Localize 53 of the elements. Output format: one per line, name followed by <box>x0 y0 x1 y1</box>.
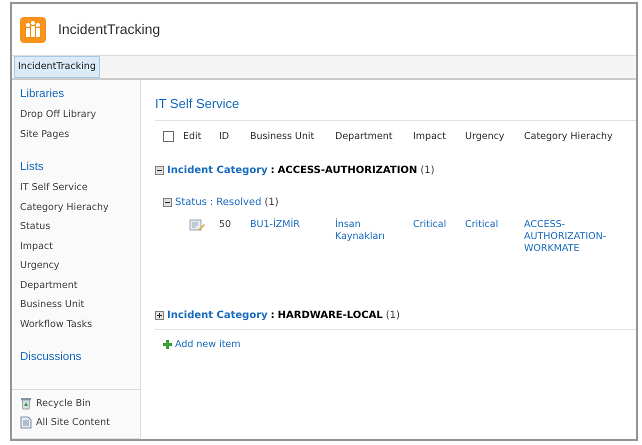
group-label[interactable]: Status <box>175 196 207 210</box>
recycle-bin-icon <box>20 397 32 410</box>
column-header[interactable]: Urgency <box>465 130 524 144</box>
nav-tab[interactable]: IncidentTracking <box>14 56 100 78</box>
group-separator: : <box>210 196 214 210</box>
sidebar-item[interactable]: Drop Off Library <box>20 105 132 124</box>
plus-icon <box>163 340 172 350</box>
sidebar-item[interactable]: Workflow Tasks <box>20 314 132 334</box>
table-cell[interactable]: BU1-İZMİR <box>250 218 335 231</box>
sidebar-heading[interactable]: Lists <box>20 159 132 175</box>
sidebar-item[interactable]: Site Pages <box>20 124 132 144</box>
column-header[interactable]: ID <box>219 130 250 144</box>
table-cell-text: Critical <box>465 218 500 231</box>
add-new-item-link[interactable]: Add new item <box>175 338 241 352</box>
sidebar-item[interactable]: Department <box>20 276 132 295</box>
table-cell[interactable]: ACCESS-AUTHORIZATION-WORKMATE <box>524 218 636 255</box>
people-logo-icon <box>20 16 46 42</box>
site-title: IncidentTracking <box>58 20 160 39</box>
collapse-icon[interactable] <box>155 166 164 176</box>
select-all-checkbox[interactable] <box>163 131 174 142</box>
column-header[interactable]: Category Hierachy <box>524 130 636 144</box>
group-count: (1) <box>386 308 400 323</box>
sidebar-heading[interactable]: Libraries <box>20 86 132 102</box>
column-header[interactable]: Department <box>335 130 413 144</box>
document-icon <box>20 416 32 429</box>
sidebar-link[interactable]: All Site Content <box>36 413 110 432</box>
edit-icon[interactable] <box>189 218 205 232</box>
column-header[interactable]: Business Unit <box>250 130 335 144</box>
table-cell-text: Critical <box>413 218 448 231</box>
sidebar-item[interactable]: IT Self Service <box>20 178 132 198</box>
sidebar-item[interactable]: Impact <box>20 236 132 256</box>
group-count: (1) <box>264 196 279 210</box>
group-separator: : <box>270 308 275 323</box>
expand-icon[interactable] <box>155 311 164 320</box>
sidebar-link[interactable]: Recycle Bin <box>36 394 91 413</box>
sidebar-item[interactable]: Category Hierachy <box>20 198 132 217</box>
group-label[interactable]: Incident Category <box>167 308 268 323</box>
group-value: ACCESS-AUTHORIZATION <box>278 164 418 178</box>
table-cell[interactable]: İnsan Kaynakları <box>335 218 413 243</box>
group-value: HARDWARE-LOCAL <box>278 308 383 323</box>
group-separator: : <box>270 164 275 178</box>
column-header[interactable]: Edit <box>183 130 219 144</box>
sidebar-heading[interactable]: Discussions <box>20 349 132 365</box>
group-label[interactable]: Incident Category <box>167 164 268 178</box>
table-cell-text: 50 <box>219 218 232 231</box>
sidebar-item[interactable]: Status <box>20 217 132 236</box>
group-value: Resolved <box>216 196 262 210</box>
group-count: (1) <box>420 164 434 178</box>
column-header[interactable]: Impact <box>413 130 465 144</box>
sidebar-item[interactable]: Business Unit <box>20 295 132 314</box>
sidebar-item[interactable]: Urgency <box>20 256 132 276</box>
list-title: IT Self Service <box>155 94 636 120</box>
collapse-icon[interactable] <box>163 198 172 208</box>
